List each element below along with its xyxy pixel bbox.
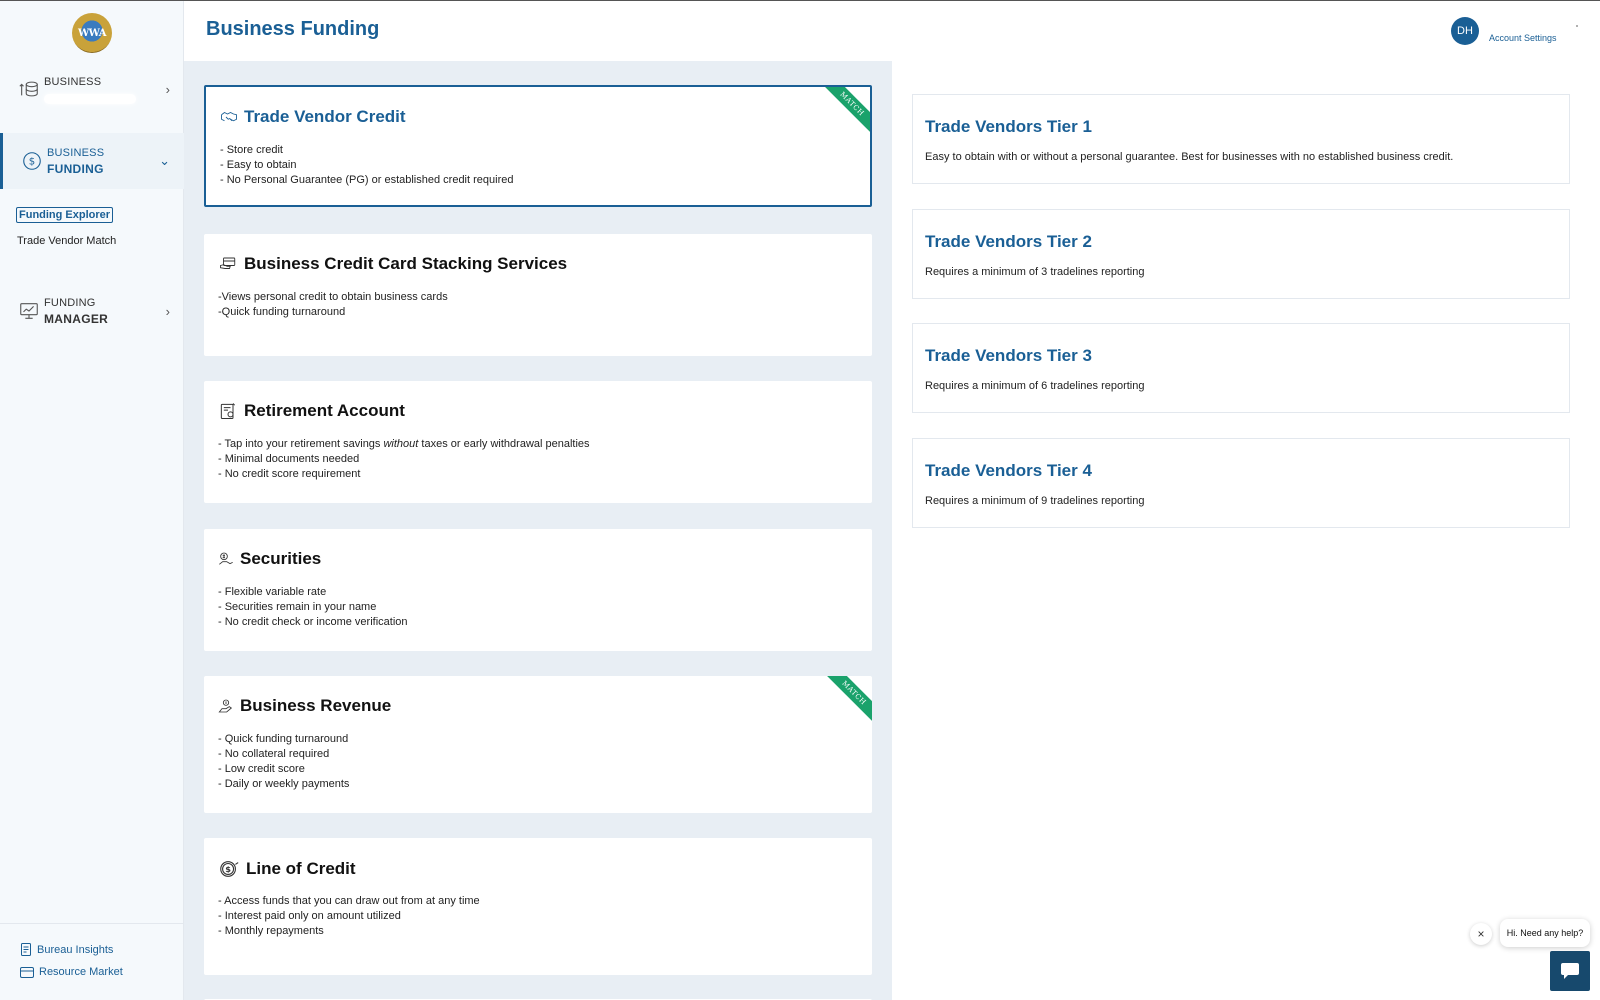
footer-link-label: Resource Market <box>39 966 123 978</box>
sidebar-item-business-funding[interactable]: $ BUSINESS FUNDING ⌄ <box>0 133 184 189</box>
business-name-redacted <box>44 94 136 104</box>
tier-card-3[interactable]: Trade Vendors Tier 3 Requires a minimum … <box>912 323 1570 413</box>
footer-link-label: Bureau Insights <box>37 943 114 956</box>
card-bullets: - Flexible variable rate - Securities re… <box>218 586 408 628</box>
dollar-circle-icon: $ <box>23 152 41 170</box>
funding-card-retirement-account[interactable]: Retirement Account - Tap into your retir… <box>204 381 872 503</box>
account-settings-link[interactable]: Account Settings <box>1489 33 1557 43</box>
dot-indicator <box>1576 25 1578 27</box>
sidebar-item-funding-manager[interactable]: FUNDING MANAGER › <box>0 291 184 331</box>
card-bullets: - Tap into your retirement savings witho… <box>218 438 590 480</box>
funding-card-securities[interactable]: Securities - Flexible variable rate - Se… <box>204 529 872 651</box>
handshake-icon <box>221 111 237 122</box>
sidebar: WWA BUSINESS › $ BUSINESS FUNDING ⌄ Fund… <box>0 1 184 1000</box>
sidebar-item-business[interactable]: BUSINESS › <box>0 67 184 111</box>
sidebar-item-funding-top: BUSINESS <box>47 147 105 159</box>
tier-card-2[interactable]: Trade Vendors Tier 2 Requires a minimum … <box>912 209 1570 299</box>
sidebar-item-business-label: BUSINESS <box>44 76 102 88</box>
footer-link-resource-market[interactable]: Resource Market <box>20 966 123 978</box>
chevron-down-icon: ⌄ <box>159 153 170 168</box>
match-badge: MATCH <box>820 676 872 727</box>
tier-details-panel: Trade Vendors Tier 1 Easy to obtain with… <box>892 61 1600 1000</box>
funding-card-credit-card-stacking[interactable]: Business Credit Card Stacking Services -… <box>204 234 872 356</box>
logo-text: WWA <box>77 27 107 39</box>
svg-text:$: $ <box>29 157 35 168</box>
funding-card-trade-vendor-credit[interactable]: Trade Vendor Credit - Store credit - Eas… <box>204 85 872 207</box>
match-badge: MATCH <box>818 87 870 138</box>
card-title: Business Credit Card Stacking Services <box>218 254 567 274</box>
document-icon <box>21 943 31 956</box>
funding-card-line-of-credit[interactable]: $ Line of Credit - Access funds that you… <box>204 838 872 975</box>
card-bullets: - Store credit - Easy to obtain - No Per… <box>220 144 514 186</box>
subnav-trade-vendor-match[interactable]: Trade Vendor Match <box>17 235 116 247</box>
tier-description: Requires a minimum of 6 tradelines repor… <box>925 380 1145 392</box>
revenue-hand-icon <box>218 699 233 713</box>
funding-card-business-revenue[interactable]: Business Revenue - Quick funding turnaro… <box>204 676 872 813</box>
tier-description: Easy to obtain with or without a persona… <box>925 151 1454 163</box>
sidebar-item-funding-bottom: FUNDING <box>47 162 104 176</box>
card-bullets: - Access funds that you can draw out fro… <box>218 895 480 937</box>
tier-title: Trade Vendors Tier 1 <box>925 117 1092 136</box>
tier-title: Trade Vendors Tier 2 <box>925 232 1092 251</box>
tier-card-1[interactable]: Trade Vendors Tier 1 Easy to obtain with… <box>912 94 1570 184</box>
tier-description: Requires a minimum of 9 tradelines repor… <box>925 495 1145 507</box>
funding-options-list: Trade Vendor Credit - Store credit - Eas… <box>184 61 892 1000</box>
chat-greeting-bubble[interactable]: Hi. Need any help? <box>1500 919 1590 947</box>
svg-text:$: $ <box>225 864 231 874</box>
tier-description: Requires a minimum of 3 tradelines repor… <box>925 266 1145 278</box>
avatar[interactable]: DH <box>1451 17 1479 45</box>
top-header: Business Funding DH Account Settings <box>184 1 1600 61</box>
tier-card-4[interactable]: Trade Vendors Tier 4 Requires a minimum … <box>912 438 1570 528</box>
sidebar-divider <box>0 923 184 924</box>
card-icon <box>20 966 34 978</box>
chat-launcher-button[interactable] <box>1550 951 1590 991</box>
sidebar-item-manager-top: FUNDING <box>44 297 96 309</box>
securities-icon <box>219 552 233 565</box>
card-title: Retirement Account <box>218 401 405 421</box>
footer-link-bureau-insights[interactable]: Bureau Insights <box>20 943 113 956</box>
chevron-right-icon: › <box>165 303 170 319</box>
chat-close-button[interactable]: × <box>1470 923 1492 945</box>
credit-card-hand-icon <box>220 257 236 269</box>
card-bullets: - Quick funding turnaround - No collater… <box>218 733 350 790</box>
funding-manager-icon <box>20 303 38 319</box>
card-title: Trade Vendor Credit <box>220 107 406 127</box>
dollar-coin-icon: $ <box>220 861 239 877</box>
card-title: $ Line of Credit <box>218 858 356 880</box>
chevron-right-icon: › <box>165 81 170 97</box>
chat-icon <box>1561 963 1579 979</box>
card-title: Business Revenue <box>218 696 391 716</box>
tier-title: Trade Vendors Tier 4 <box>925 461 1092 480</box>
subnav-funding-explorer[interactable]: Funding Explorer <box>16 207 114 223</box>
page-title: Business Funding <box>206 18 380 40</box>
tier-title: Trade Vendors Tier 3 <box>925 346 1092 365</box>
card-bullets: -Views personal credit to obtain busines… <box>218 291 448 318</box>
retirement-piggy-icon <box>220 403 236 419</box>
sidebar-item-manager-bottom: MANAGER <box>44 312 109 326</box>
company-logo[interactable]: WWA <box>72 13 112 53</box>
card-title: Securities <box>218 549 321 569</box>
database-upload-icon <box>19 81 38 97</box>
